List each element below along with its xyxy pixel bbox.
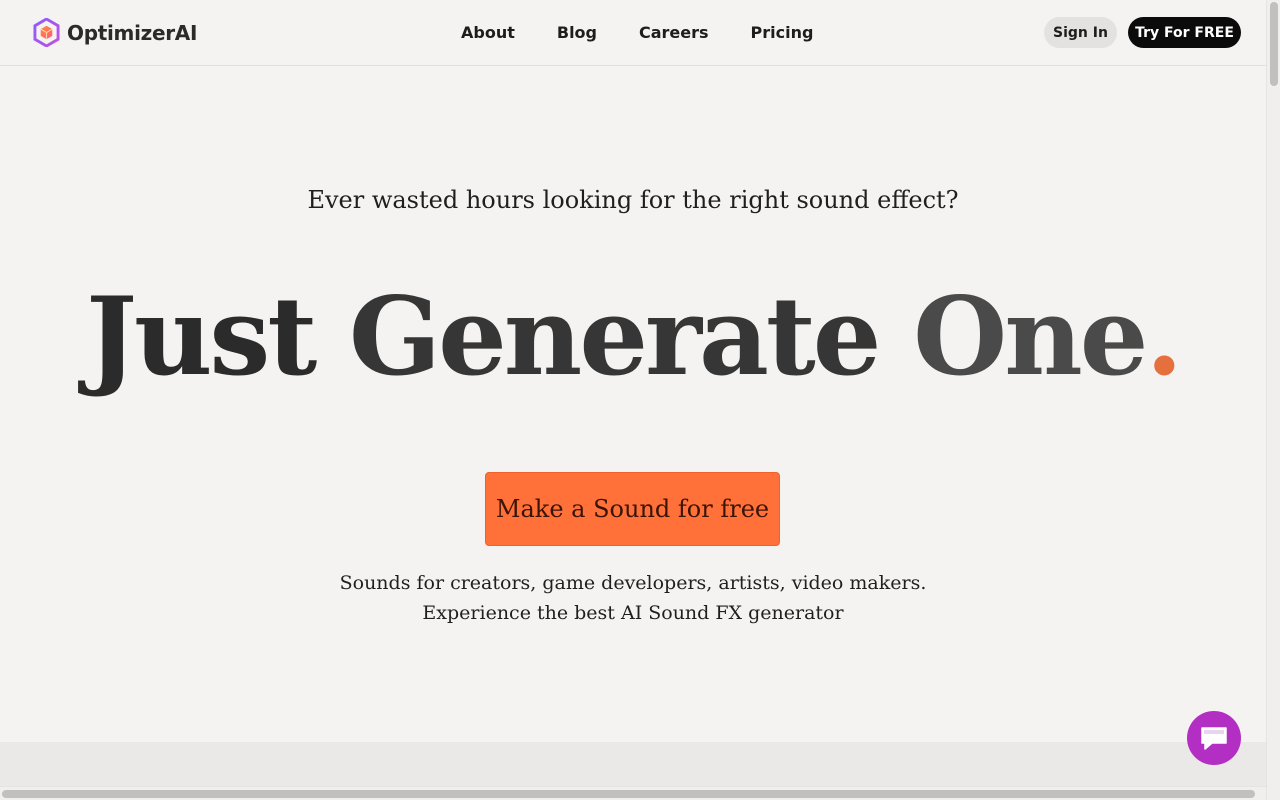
vertical-scrollbar-thumb[interactable] [1270, 2, 1278, 86]
chat-bubble-icon [1201, 727, 1227, 750]
nav-about[interactable]: About [461, 23, 515, 42]
hero-subtext: Sounds for creators, game developers, ar… [0, 568, 1266, 628]
nav-blog[interactable]: Blog [557, 23, 597, 42]
headline-word-just: Just [85, 274, 317, 400]
brand-logo[interactable]: OptimizerAI [33, 18, 197, 47]
nav-pricing[interactable]: Pricing [751, 23, 814, 42]
hero-subtext-line-1: Sounds for creators, game developers, ar… [339, 572, 927, 594]
next-section-band [0, 742, 1266, 788]
top-navbar: OptimizerAI About Blog Careers Pricing S… [0, 0, 1266, 66]
headline-dot: . [1145, 274, 1183, 400]
headline-word-one: One [913, 274, 1148, 400]
brand-name: OptimizerAI [67, 20, 198, 45]
nav-careers[interactable]: Careers [639, 23, 709, 42]
hero-subtext-line-2: Experience the best AI Sound FX generato… [422, 602, 844, 624]
hero-eyebrow: Ever wasted hours looking for the right … [307, 186, 959, 214]
hero-headline: Just Generate One. [0, 272, 1266, 402]
headline-word-generate: Generate [348, 274, 882, 400]
vertical-scrollbar[interactable] [1266, 0, 1280, 800]
try-free-button[interactable]: Try For FREE [1128, 17, 1241, 48]
horizontal-scrollbar-thumb[interactable] [2, 790, 1255, 798]
main-nav: About Blog Careers Pricing [440, 23, 834, 42]
page: OptimizerAI About Blog Careers Pricing S… [0, 0, 1266, 800]
chat-widget-button[interactable] [1187, 711, 1241, 765]
make-sound-button[interactable]: Make a Sound for free [485, 472, 780, 546]
sign-in-button[interactable]: Sign In [1044, 17, 1117, 48]
cube-logo-icon [33, 18, 60, 47]
horizontal-scrollbar[interactable] [0, 786, 1266, 800]
